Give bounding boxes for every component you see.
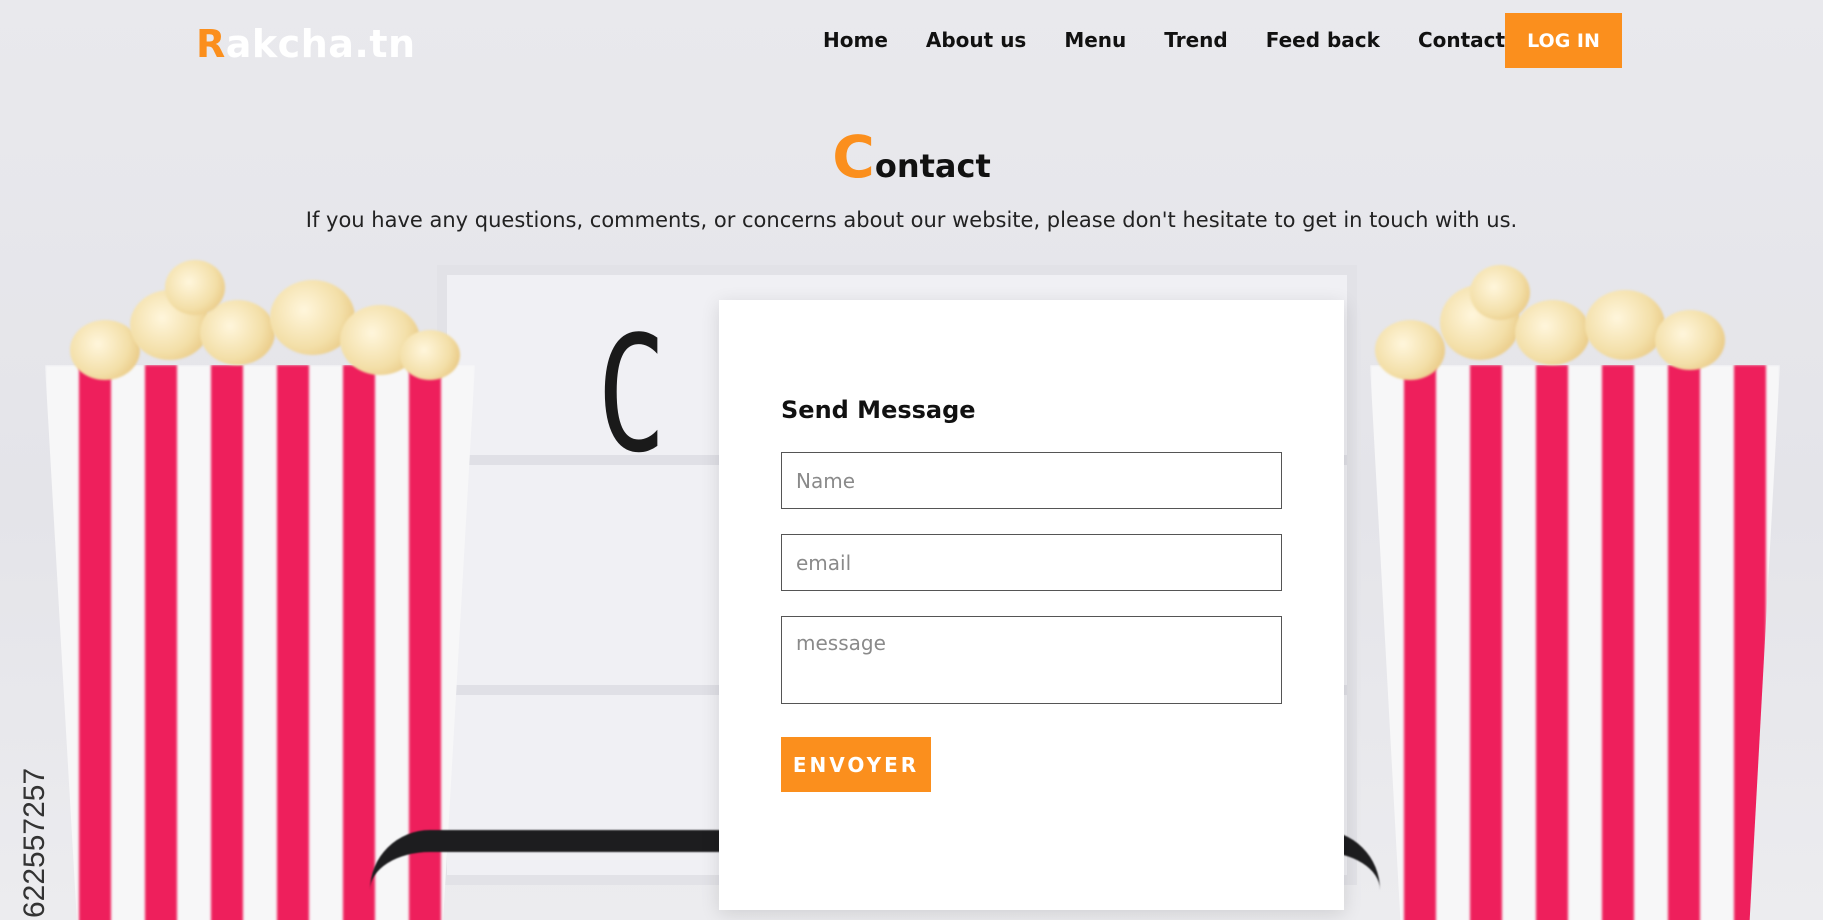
send-button[interactable]: ENVOYER	[781, 737, 931, 792]
email-input[interactable]	[781, 534, 1282, 591]
name-input[interactable]	[781, 452, 1282, 509]
message-input[interactable]	[781, 616, 1282, 704]
login-button[interactable]: LOG IN	[1505, 13, 1622, 68]
stock-id-label: 622557257	[18, 767, 51, 918]
site-logo[interactable]: Rakcha.tn	[196, 22, 416, 66]
popcorn-kernel	[1655, 310, 1725, 370]
popcorn-cup-right	[1370, 365, 1780, 920]
popcorn-kernel	[1375, 320, 1445, 380]
contact-intro-text: If you have any questions, comments, or …	[305, 208, 1518, 232]
popcorn-kernel	[400, 330, 460, 380]
form-title: Send Message	[781, 396, 976, 424]
nav-contact[interactable]: Contact	[1418, 28, 1505, 52]
main-nav: Home About us Menu Trend Feed back Conta…	[823, 28, 1505, 52]
nav-trend[interactable]: Trend	[1164, 28, 1227, 52]
nav-home[interactable]: Home	[823, 28, 888, 52]
lightbox-letter: C	[597, 301, 667, 488]
nav-feed-back[interactable]: Feed back	[1266, 28, 1380, 52]
title-first-letter: C	[832, 123, 875, 191]
nav-about-us[interactable]: About us	[926, 28, 1026, 52]
logo-text: akcha.tn	[225, 22, 416, 66]
popcorn-kernel	[165, 260, 225, 315]
title-text: ontact	[874, 147, 991, 185]
popcorn-kernel	[1515, 300, 1590, 365]
popcorn-kernel	[1470, 265, 1530, 320]
site-header: Rakcha.tn Home About us Menu Trend Feed …	[0, 0, 1823, 82]
popcorn-kernel	[1585, 290, 1665, 360]
logo-first-letter: R	[196, 22, 226, 66]
nav-menu[interactable]: Menu	[1064, 28, 1126, 52]
page-title: Contact	[0, 128, 1823, 186]
contact-form: Send Message ENVOYER	[719, 300, 1344, 910]
